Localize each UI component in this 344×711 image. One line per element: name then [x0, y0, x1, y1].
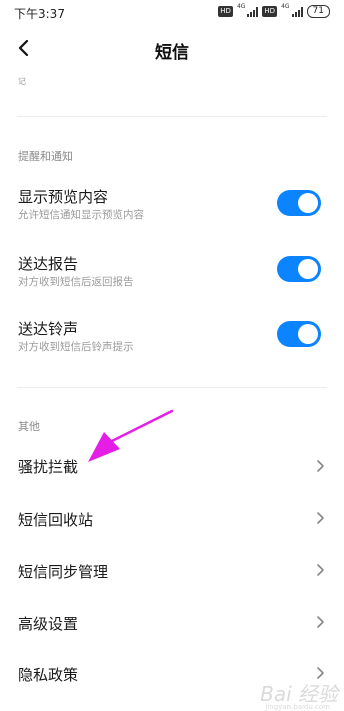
annotation-arrow-icon [88, 409, 174, 462]
watermark-url: jingyan.baidu.com [265, 703, 330, 711]
